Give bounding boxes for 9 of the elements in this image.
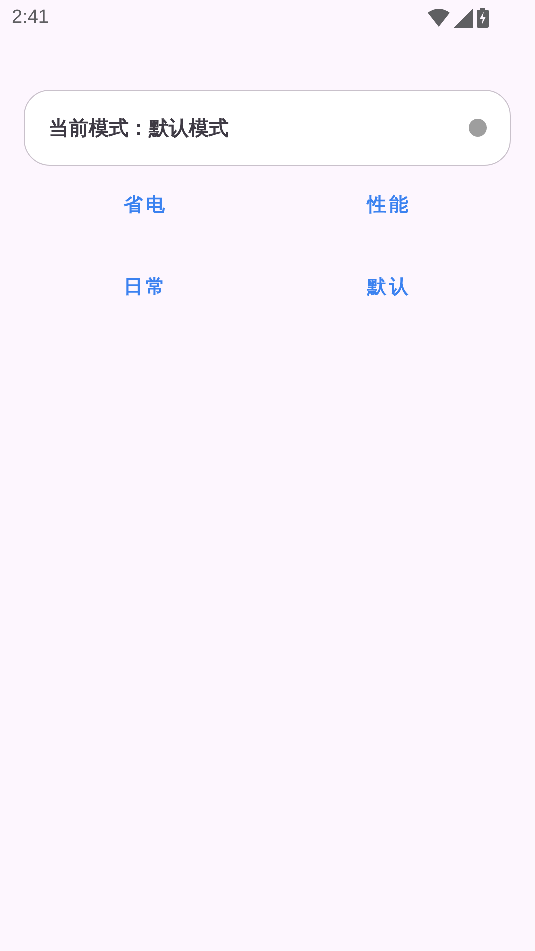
mode-button[interactable]: 日常 <box>112 266 180 308</box>
wifi-icon <box>428 8 450 28</box>
mode-button[interactable]: 性能 <box>355 184 424 226</box>
mode-label: 当前模式：默认模式 <box>49 114 229 142</box>
mode-button[interactable]: 默认 <box>355 266 424 308</box>
mode-button[interactable]: 省电 <box>112 184 180 226</box>
status-time: 2:41 <box>12 7 49 29</box>
signal-icon <box>454 8 473 28</box>
battery-charging-icon <box>477 8 489 28</box>
